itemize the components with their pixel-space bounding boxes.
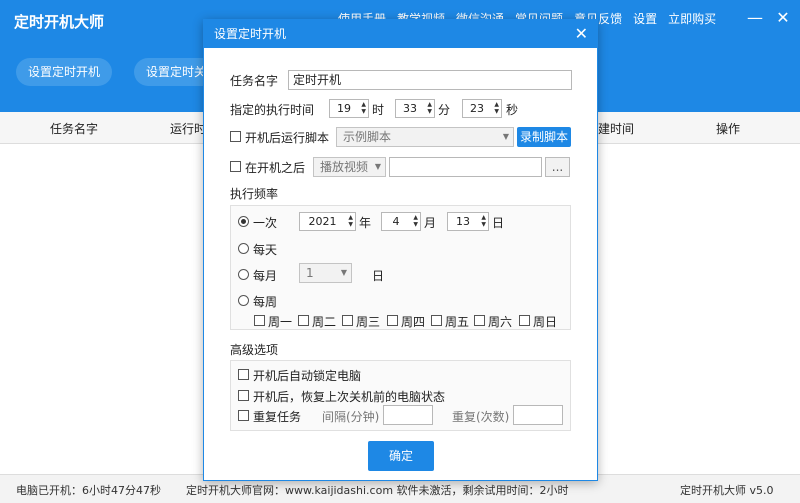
dialog-title: 设置定时开机 <box>214 27 287 41</box>
after-boot-select-value: 播放视频 <box>320 160 369 174</box>
freq-monthly-radio[interactable] <box>238 269 249 280</box>
month-value: 4 <box>392 215 400 228</box>
freq-daily-label: 每天 <box>253 243 278 257</box>
after-boot-label: 在开机之后 <box>245 161 306 175</box>
weekday-tue-label: 周二 <box>312 315 337 329</box>
nav-buy-now[interactable]: 立即购买 <box>668 10 716 27</box>
minimize-icon[interactable]: — <box>744 8 766 27</box>
freq-once-label: 一次 <box>253 216 278 230</box>
set-shutdown-button[interactable]: 设置定时关 <box>134 58 209 86</box>
freq-daily-radio[interactable] <box>238 243 249 254</box>
weekday-sun-label: 周日 <box>533 315 558 329</box>
confirm-button[interactable]: 确定 <box>368 441 434 471</box>
hour-value: 19 <box>337 102 351 115</box>
weekday-sun-checkbox[interactable] <box>519 315 530 326</box>
chevron-down-icon: ▼ <box>340 268 347 277</box>
script-select-value: 示例脚本 <box>343 130 392 144</box>
app-title: 定时开机大师 <box>14 13 105 31</box>
record-script-button[interactable]: 录制脚本 <box>517 127 571 147</box>
spinner-arrows-icon[interactable]: ▲ ▼ <box>427 101 432 115</box>
year-value: 2021 <box>308 215 337 228</box>
hour-spinner[interactable]: 19 ▲ ▼ <box>329 99 369 118</box>
weekday-thu-checkbox[interactable] <box>387 315 398 326</box>
spinner-arrows-icon[interactable]: ▲ ▼ <box>361 101 366 115</box>
spinner-arrows-icon[interactable]: ▲ ▼ <box>494 101 499 115</box>
weekday-mon-checkbox[interactable] <box>254 315 265 326</box>
minute-spinner[interactable]: 33 ▲ ▼ <box>395 99 435 118</box>
freq-weekly-label: 每周 <box>253 295 278 309</box>
second-unit: 秒 <box>506 103 519 117</box>
minute-value: 33 <box>403 102 417 115</box>
website-text: 定时开机大师官网：www.kaijidashi.com 软件未激活，剩余试用时间… <box>186 484 569 497</box>
minute-unit: 分 <box>438 103 451 117</box>
col-task-name[interactable]: 任务名字 <box>50 120 98 137</box>
monthly-day-unit: 日 <box>372 269 385 283</box>
interval-input[interactable] <box>383 405 433 425</box>
dialog-close-icon[interactable]: ✕ <box>575 20 588 48</box>
weekday-tue-checkbox[interactable] <box>298 315 309 326</box>
after-boot-select[interactable]: 播放视频 ▼ <box>313 157 386 177</box>
dialog-title-bar: 设置定时开机 ✕ <box>204 20 597 48</box>
task-name-label: 任务名字 <box>230 74 279 88</box>
close-icon[interactable]: ✕ <box>772 8 794 27</box>
weekday-sat-label: 周六 <box>488 315 513 329</box>
nav-settings[interactable]: 设置 <box>633 10 657 27</box>
weekday-sat-checkbox[interactable] <box>474 315 485 326</box>
run-script-label: 开机后运行脚本 <box>245 131 330 145</box>
spinner-arrows-icon[interactable]: ▲ ▼ <box>348 214 353 228</box>
frequency-title: 执行频率 <box>230 187 279 201</box>
month-spinner[interactable]: 4 ▲ ▼ <box>381 212 421 231</box>
uptime-text: 电脑已开机：6小时47分47秒 <box>16 484 161 497</box>
second-spinner[interactable]: 23 ▲ ▼ <box>462 99 502 118</box>
weekday-wed-label: 周三 <box>356 315 381 329</box>
auto-lock-checkbox[interactable] <box>238 369 249 380</box>
weekday-fri-checkbox[interactable] <box>431 315 442 326</box>
day-value: 13 <box>456 215 470 228</box>
advanced-title: 高级选项 <box>230 343 279 357</box>
run-script-checkbox[interactable] <box>230 131 241 142</box>
after-boot-path-input[interactable] <box>389 157 542 177</box>
interval-label: 间隔(分钟) <box>322 410 380 424</box>
hour-unit: 时 <box>372 103 385 117</box>
chevron-down-icon: ▼ <box>374 162 381 171</box>
weekday-wed-checkbox[interactable] <box>342 315 353 326</box>
year-spinner[interactable]: 2021 ▲ ▼ <box>299 212 356 231</box>
auto-lock-label: 开机后自动锁定电脑 <box>253 369 362 383</box>
second-value: 23 <box>470 102 484 115</box>
freq-weekly-radio[interactable] <box>238 295 249 306</box>
weekday-fri-label: 周五 <box>445 315 470 329</box>
day-unit: 日 <box>492 216 505 230</box>
exec-time-label: 指定的执行时间 <box>230 103 315 117</box>
repeat-count-label: 重复(次数) <box>452 410 510 424</box>
repeat-task-checkbox[interactable] <box>238 410 249 421</box>
spinner-arrows-icon[interactable]: ▲ ▼ <box>413 214 418 228</box>
year-unit: 年 <box>359 216 372 230</box>
task-name-input[interactable]: 定时开机 <box>288 70 572 90</box>
freq-monthly-label: 每月 <box>253 269 278 283</box>
day-spinner[interactable]: 13 ▲ ▼ <box>447 212 489 231</box>
set-boot-button[interactable]: 设置定时开机 <box>16 58 113 86</box>
browse-button[interactable]: ... <box>545 157 570 177</box>
monthly-day-select[interactable]: 1 ▼ <box>299 263 352 283</box>
weekday-thu-label: 周四 <box>401 315 426 329</box>
col-created-time[interactable]: 建时间 <box>598 120 634 137</box>
month-unit: 月 <box>424 216 437 230</box>
weekday-mon-label: 周一 <box>268 315 293 329</box>
version-text: 定时开机大师 v5.0 <box>680 484 774 497</box>
set-boot-dialog: 设置定时开机 ✕ 任务名字 定时开机 指定的执行时间 19 ▲ ▼ 时 33 ▲ ▼… <box>203 19 598 481</box>
repeat-task-label: 重复任务 <box>253 410 302 424</box>
repeat-count-input[interactable] <box>513 405 563 425</box>
restore-state-label: 开机后，恢复上次关机前的电脑状态 <box>253 390 446 404</box>
col-actions[interactable]: 操作 <box>716 120 740 137</box>
restore-state-checkbox[interactable] <box>238 390 249 401</box>
after-boot-checkbox[interactable] <box>230 161 241 172</box>
script-select[interactable]: 示例脚本 ▼ <box>336 127 514 147</box>
chevron-down-icon: ▼ <box>502 132 509 141</box>
spinner-arrows-icon[interactable]: ▲ ▼ <box>481 214 486 228</box>
freq-once-radio[interactable] <box>238 216 249 227</box>
col-run-time[interactable]: 运行时 <box>170 120 206 137</box>
monthly-day-value: 1 <box>306 266 314 280</box>
